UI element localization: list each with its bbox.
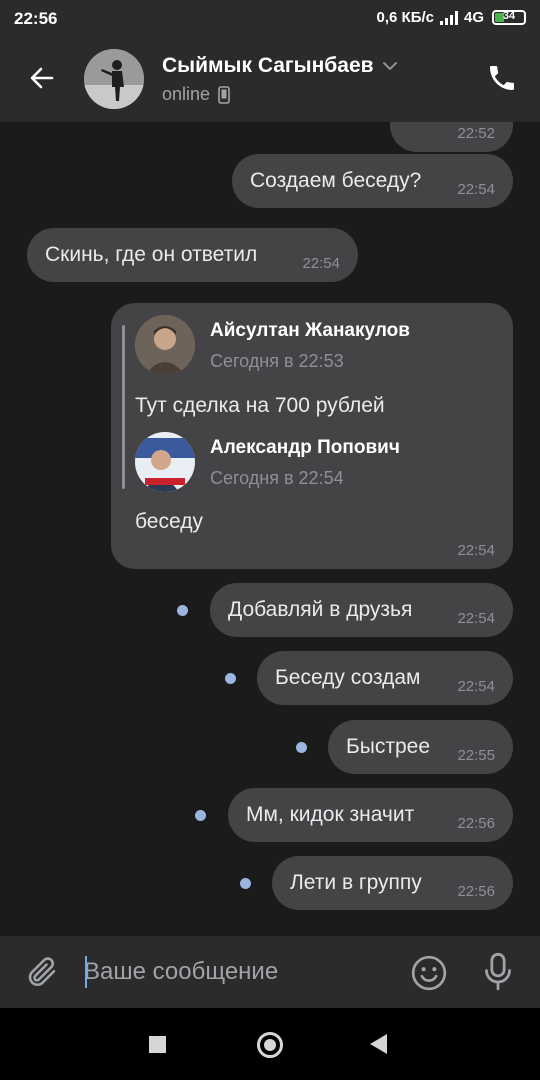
message-bubble[interactable]: Добавляй в друзья 22:54 (210, 583, 513, 637)
contact-name[interactable]: Сыймык Сагынбаев (162, 54, 398, 78)
message-bubble[interactable]: Создаем беседу? 22:54 (232, 154, 513, 208)
avatar[interactable] (135, 315, 195, 375)
message-bubble[interactable]: Быстрее 22:55 (328, 720, 513, 774)
home-button[interactable] (257, 1032, 283, 1058)
unread-indicator (195, 810, 206, 821)
text-cursor (85, 956, 87, 988)
recent-apps-button[interactable] (149, 1036, 166, 1053)
message-time: 22:56 (457, 883, 495, 900)
contact-avatar[interactable] (84, 49, 144, 109)
paperclip-icon (28, 957, 56, 987)
forwarded-date: Сегодня в 22:54 (210, 468, 344, 488)
status-bar: 22:56 0,6 КБ/с 4G 34 (0, 0, 540, 38)
message-time: 22:55 (457, 747, 495, 764)
unread-indicator (177, 605, 188, 616)
message-time: 22:54 (457, 610, 495, 627)
message-list[interactable]: 22:52 Создаем беседу? 22:54 Скинь, где о… (0, 122, 540, 936)
contact-status: online (162, 84, 230, 105)
unread-indicator (296, 742, 307, 753)
forwarded-date: Сегодня в 22:53 (210, 351, 344, 371)
message-composer (0, 936, 540, 1008)
network-speed: 0,6 КБ/с (376, 9, 434, 26)
message-text: Лети в группу (290, 871, 422, 894)
phone-icon (490, 66, 514, 90)
system-nav-bar (0, 1008, 540, 1080)
battery-icon: 34 (492, 10, 526, 25)
forwarded-author-name[interactable]: Александр Попович (210, 437, 400, 459)
message-time: 22:54 (457, 181, 495, 198)
avatar[interactable] (135, 432, 195, 492)
message-text: Быстрее (346, 735, 431, 758)
arrow-left-icon (30, 67, 54, 89)
message-bubble[interactable]: Беседу создам 22:54 (257, 651, 513, 705)
forward-quote-line (122, 325, 125, 489)
message-text: Добавляй в друзья (228, 598, 413, 621)
message-time: 22:52 (457, 125, 495, 142)
emoji-button[interactable] (410, 954, 448, 992)
forwarded-text: Тут сделка на 700 рублей (135, 394, 385, 417)
chevron-down-icon (382, 62, 397, 71)
mobile-device-icon (218, 85, 230, 104)
voice-record-button[interactable] (482, 952, 514, 992)
microphone-icon (485, 952, 511, 991)
message-time: 22:56 (457, 815, 495, 832)
message-text: Беседу создам (275, 666, 421, 689)
chat-header: Сыймык Сагынбаев online (0, 38, 540, 122)
message-bubble[interactable]: Лети в группу 22:56 (272, 856, 513, 910)
battery-level: 34 (502, 10, 516, 22)
smiley-icon (411, 955, 447, 991)
message-input[interactable] (84, 952, 394, 992)
message-bubble[interactable]: Скинь, где он ответил 22:54 (27, 228, 358, 282)
contact-name-text: Сыймык Сагынбаев (162, 54, 374, 77)
forwarded-author-name[interactable]: Айсултан Жанакулов (210, 320, 410, 342)
status-indicators: 0,6 КБ/с 4G 34 (377, 9, 526, 26)
system-back-button[interactable] (370, 1034, 387, 1054)
back-button[interactable] (24, 60, 60, 96)
unread-indicator (240, 878, 251, 889)
message-bubble[interactable]: Мм, кидок значит 22:56 (228, 788, 513, 842)
forwarded-text: беседу (135, 510, 203, 533)
message-time: 22:54 (457, 678, 495, 695)
attach-button[interactable] (24, 954, 60, 990)
unread-indicator (225, 673, 236, 684)
message-bubble[interactable]: 22:52 (390, 122, 513, 152)
contact-status-text: online (162, 84, 211, 104)
forwarded-message-bubble[interactable]: Айсултан Жанакулов Сегодня в 22:53 Тут с… (111, 303, 513, 569)
call-button[interactable] (486, 62, 518, 94)
message-text: Скинь, где он ответил (45, 243, 258, 266)
message-time: 22:54 (457, 542, 495, 559)
message-time: 22:54 (302, 255, 340, 272)
message-text: Мм, кидок значит (246, 803, 415, 826)
status-time: 22:56 (14, 9, 58, 28)
network-type: 4G (463, 9, 484, 26)
message-text: Создаем беседу? (250, 169, 422, 192)
signal-icon (439, 10, 458, 25)
